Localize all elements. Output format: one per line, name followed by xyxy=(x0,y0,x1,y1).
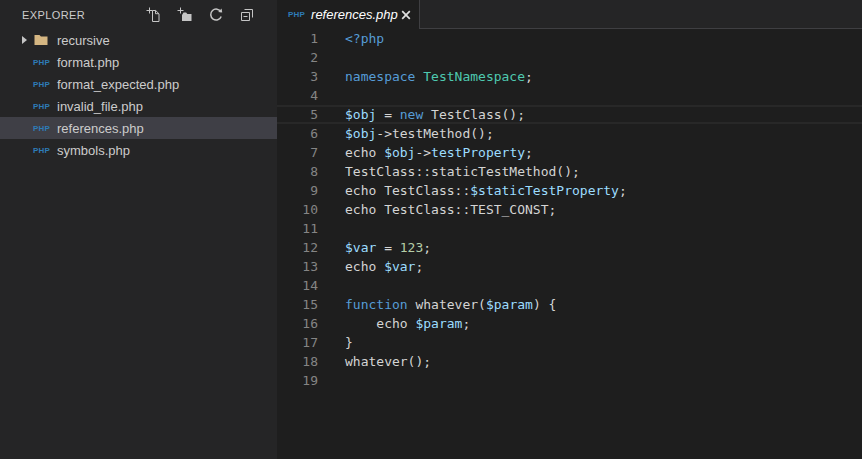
code-line-5: 5$obj = new TestClass(); xyxy=(277,105,862,124)
code-line-3: 3namespace TestNamespace; xyxy=(277,67,862,86)
line-number: 1 xyxy=(277,29,318,48)
explorer-title: EXPLORER xyxy=(22,9,146,21)
code-text: echo TestClass::TEST_CONST; xyxy=(318,200,556,219)
line-number: 11 xyxy=(277,219,318,238)
sidebar-item-recursive[interactable]: recursive xyxy=(0,29,277,51)
file-label: symbols.php xyxy=(57,143,130,158)
code-line-1: 1<?php xyxy=(277,29,862,48)
tab-bar: PHP references.php xyxy=(277,0,862,29)
code-text: echo $param; xyxy=(318,314,470,333)
line-number: 14 xyxy=(277,276,318,295)
line-number: 13 xyxy=(277,257,318,276)
line-number: 8 xyxy=(277,162,318,181)
code-text: echo $obj->testProperty; xyxy=(318,143,533,162)
line-number: 2 xyxy=(277,48,318,67)
line-number: 16 xyxy=(277,314,318,333)
code-text: <?php xyxy=(318,29,384,48)
file-label: format_expected.php xyxy=(57,77,179,92)
php-icon: PHP xyxy=(33,146,57,155)
line-number: 10 xyxy=(277,200,318,219)
tab-references-php[interactable]: PHP references.php xyxy=(277,0,420,29)
collapse-all-icon[interactable] xyxy=(239,7,255,23)
code-line-2: 2 xyxy=(277,48,862,67)
code-line-16: 16 echo $param; xyxy=(277,314,862,333)
file-label: recursive xyxy=(57,33,110,48)
code-text: $var = 123; xyxy=(318,238,431,257)
line-number: 18 xyxy=(277,352,318,371)
code-text xyxy=(318,276,345,295)
sidebar-item-symbols-php[interactable]: PHPsymbols.php xyxy=(0,139,277,161)
line-number: 6 xyxy=(277,124,318,143)
line-number: 12 xyxy=(277,238,318,257)
php-icon: PHP xyxy=(33,80,57,89)
file-label: format.php xyxy=(57,55,119,70)
code-editor[interactable]: 1<?php23namespace TestNamespace;45$obj =… xyxy=(277,29,862,459)
code-text xyxy=(318,86,345,105)
tab-bar-empty xyxy=(420,0,862,29)
code-text xyxy=(318,371,345,390)
close-icon[interactable] xyxy=(398,7,414,23)
explorer-header: EXPLORER xyxy=(0,0,277,29)
sidebar-item-references-php[interactable]: PHPreferences.php xyxy=(0,117,277,139)
sidebar-item-format-expected-php[interactable]: PHPformat_expected.php xyxy=(0,73,277,95)
code-line-13: 13echo $var; xyxy=(277,257,862,276)
php-icon: PHP xyxy=(33,124,57,133)
code-text: whatever(); xyxy=(318,352,431,371)
code-line-4: 4 xyxy=(277,86,862,105)
code-text: TestClass::staticTestMethod(); xyxy=(318,162,580,181)
code-text xyxy=(318,219,345,238)
line-number: 17 xyxy=(277,333,318,352)
code-text: } xyxy=(318,333,353,352)
line-number: 3 xyxy=(277,67,318,86)
line-number: 4 xyxy=(277,86,318,105)
code-line-11: 11 xyxy=(277,219,862,238)
line-number: 19 xyxy=(277,371,318,390)
new-folder-icon[interactable] xyxy=(177,7,193,23)
code-line-14: 14 xyxy=(277,276,862,295)
code-text: $obj->testMethod(); xyxy=(318,124,494,143)
code-line-17: 17} xyxy=(277,333,862,352)
file-tree: recursivePHPformat.phpPHPformat_expected… xyxy=(0,29,277,161)
editor-area: PHP references.php 1<?php23namespace Tes… xyxy=(277,0,862,459)
php-icon: PHP xyxy=(288,10,305,19)
file-label: references.php xyxy=(57,121,144,136)
code-text: namespace TestNamespace; xyxy=(318,67,533,86)
line-number: 15 xyxy=(277,295,318,314)
code-line-19: 19 xyxy=(277,371,862,390)
code-line-8: 8TestClass::staticTestMethod(); xyxy=(277,162,862,181)
line-number: 7 xyxy=(277,143,318,162)
code-line-15: 15function whatever($param) { xyxy=(277,295,862,314)
code-line-6: 6$obj->testMethod(); xyxy=(277,124,862,143)
file-label: invalid_file.php xyxy=(57,99,143,114)
code-text xyxy=(318,48,345,67)
sidebar-item-invalid-file-php[interactable]: PHPinvalid_file.php xyxy=(0,95,277,117)
code-text: echo $var; xyxy=(318,257,423,276)
code-line-12: 12$var = 123; xyxy=(277,238,862,257)
code-line-18: 18whatever(); xyxy=(277,352,862,371)
vscode-window: EXPLORER recursivePHPformat.phpPHPformat… xyxy=(0,0,862,459)
tab-label: references.php xyxy=(311,7,398,22)
php-icon: PHP xyxy=(33,102,57,111)
code-line-7: 7echo $obj->testProperty; xyxy=(277,143,862,162)
code-text: $obj = new TestClass(); xyxy=(318,105,525,124)
explorer-sidebar: EXPLORER recursivePHPformat.phpPHPformat… xyxy=(0,0,277,459)
refresh-icon[interactable] xyxy=(208,7,224,23)
php-icon: PHP xyxy=(33,58,57,67)
chevron-right-icon xyxy=(22,36,33,44)
line-number: 5 xyxy=(277,105,318,124)
new-file-icon[interactable] xyxy=(146,7,162,23)
code-text: function whatever($param) { xyxy=(318,295,556,314)
explorer-actions xyxy=(146,7,263,23)
code-line-10: 10echo TestClass::TEST_CONST; xyxy=(277,200,862,219)
line-number: 9 xyxy=(277,181,318,200)
code-line-9: 9echo TestClass::$staticTestProperty; xyxy=(277,181,862,200)
folder-icon xyxy=(33,32,57,48)
sidebar-item-format-php[interactable]: PHPformat.php xyxy=(0,51,277,73)
code-text: echo TestClass::$staticTestProperty; xyxy=(318,181,627,200)
